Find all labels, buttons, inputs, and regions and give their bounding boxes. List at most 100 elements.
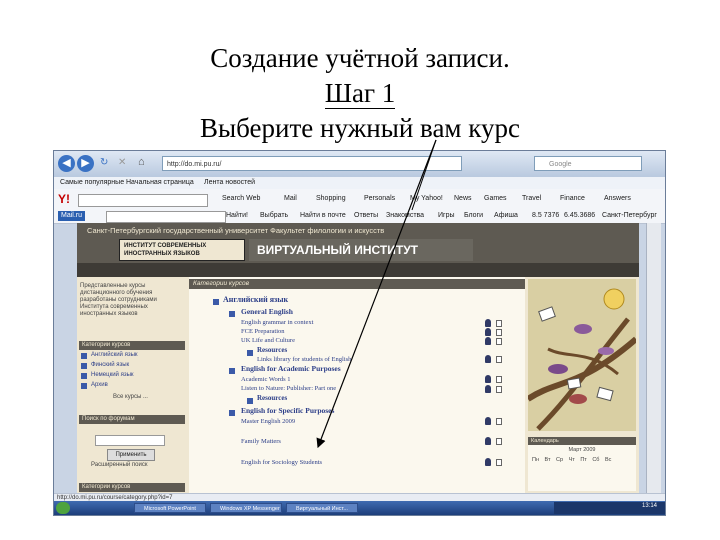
mailru-rate2: 6.45.3686: [564, 212, 596, 219]
mailru-find[interactable]: Найти!: [226, 212, 248, 219]
info-icon[interactable]: [496, 418, 502, 425]
info-icon[interactable]: [496, 320, 502, 327]
category-icon: [229, 368, 235, 374]
categories-heading: Категории курсов: [79, 341, 185, 350]
teacher-icon: [485, 417, 491, 425]
toolbar-my-yahoo[interactable]: My Yahoo!: [410, 195, 443, 202]
apply-button[interactable]: Применить: [107, 449, 155, 461]
course-grammar[interactable]: English grammar in context: [241, 319, 313, 326]
category-resources[interactable]: Resources: [257, 346, 287, 354]
calendar-heading: Календарь: [528, 437, 636, 445]
yahoo-search-input[interactable]: [78, 194, 208, 207]
course-family-matters[interactable]: Family Matters: [241, 438, 281, 445]
web-page: Санкт-Петербургский государственный унив…: [77, 223, 639, 493]
mailru-search-input[interactable]: [106, 211, 226, 223]
category-german[interactable]: Немецкий язык: [91, 372, 134, 379]
info-icon[interactable]: [496, 386, 502, 393]
calendar-weekdays: Пн Вт Ср Чт Пт Сб Вс: [532, 457, 612, 463]
info-icon[interactable]: [496, 459, 502, 466]
category-academic[interactable]: English for Academic Purposes: [241, 364, 341, 373]
toolbar-mail[interactable]: Mail: [284, 195, 297, 202]
flag-icon: [81, 373, 87, 379]
category-archive[interactable]: Архив: [91, 382, 108, 389]
home-icon[interactable]: ⌂: [138, 156, 145, 168]
teacher-icon: [485, 337, 491, 345]
courses-heading: Категории курсов: [79, 483, 185, 492]
bookmark-news[interactable]: Лента новостей: [204, 179, 255, 186]
bookmark-popular[interactable]: Самые популярные: [60, 179, 124, 186]
mailru-choose[interactable]: Выбрать: [260, 212, 288, 219]
stop-icon[interactable]: ✕: [118, 157, 126, 168]
toolbar-news[interactable]: News: [454, 195, 472, 202]
teacher-icon: [485, 375, 491, 383]
category-resources-2[interactable]: Resources: [257, 394, 287, 402]
teacher-icon: [485, 437, 491, 445]
mailru-poster[interactable]: Афиша: [494, 212, 518, 219]
toolbar-answers[interactable]: Answers: [604, 195, 631, 202]
mailru-blogs[interactable]: Блоги: [464, 212, 483, 219]
forum-search-input[interactable]: [95, 435, 165, 446]
mailru-answers[interactable]: Ответы: [354, 212, 378, 219]
course-sociology[interactable]: English for Sociology Students: [241, 459, 322, 466]
category-english[interactable]: Английский язык: [91, 352, 138, 359]
site-banner: Санкт-Петербургский государственный унив…: [77, 223, 639, 277]
category-icon: [213, 299, 219, 305]
mailru-badge[interactable]: Mail.ru: [58, 211, 86, 221]
address-bar[interactable]: http://do.mi.pu.ru/: [162, 156, 462, 171]
page-scrollbar[interactable]: [646, 223, 661, 493]
bookmark-start-page[interactable]: Начальная страница: [126, 179, 194, 186]
teacher-icon: [485, 385, 491, 393]
toolbar-finance[interactable]: Finance: [560, 195, 585, 202]
taskbar-clock: 13:14: [642, 503, 658, 509]
course-uk-life[interactable]: UK Life and Culture: [241, 337, 295, 344]
course-master-english[interactable]: Master English 2009: [241, 418, 295, 425]
info-icon[interactable]: [496, 329, 502, 336]
all-courses-link[interactable]: Все курсы ...: [113, 394, 148, 401]
course-categories-heading: Категории курсов: [189, 279, 525, 289]
birds-illustration: [526, 279, 638, 431]
university-name: Санкт-Петербургский государственный унив…: [87, 226, 385, 235]
course-fce[interactable]: FCE Preparation: [241, 328, 285, 335]
info-icon[interactable]: [496, 356, 502, 363]
info-icon[interactable]: [496, 438, 502, 445]
forward-arrow-icon[interactable]: ▶: [77, 155, 94, 172]
info-icon[interactable]: [496, 376, 502, 383]
mailru-games[interactable]: Игры: [438, 212, 455, 219]
start-button-icon[interactable]: [56, 502, 70, 514]
toolbar-personals[interactable]: Personals: [364, 195, 395, 202]
taskbar-item-messenger[interactable]: Windows XP Messenger: [210, 503, 282, 513]
toolbar-shopping[interactable]: Shopping: [316, 195, 346, 202]
teacher-icon: [485, 319, 491, 327]
taskbar-item-browser[interactable]: Виртуальный Инст...: [286, 503, 358, 513]
toolbar-search-web[interactable]: Search Web: [222, 195, 260, 202]
refresh-icon[interactable]: ↻: [100, 157, 108, 168]
back-arrow-icon[interactable]: ◀: [58, 155, 75, 172]
slide-title-line1: Создание учётной записи.: [210, 43, 510, 73]
mailru-city[interactable]: Санкт-Петербург: [602, 212, 657, 219]
slide-title-line2: Шаг 1: [324, 78, 396, 109]
taskbar-item-powerpoint[interactable]: Microsoft PowerPoint: [134, 503, 206, 513]
slide-title-line3: Выберите нужный вам курс: [200, 113, 520, 143]
course-categories-panel: Категории курсов Английский язык General…: [189, 277, 525, 493]
banner-strip: [77, 263, 639, 277]
advanced-search-link[interactable]: Расширенный поиск: [91, 462, 148, 469]
calendar-block: Календарь Март 2009 Пн Вт Ср Чт Пт Сб Вс: [528, 437, 636, 491]
category-general-english[interactable]: General English: [241, 307, 293, 316]
search-box[interactable]: Google: [534, 156, 642, 171]
category-icon: [229, 311, 235, 317]
category-english-language[interactable]: Английский язык: [223, 295, 288, 304]
course-listen-nature[interactable]: Listen to Nature: Publisher: Part one: [241, 385, 336, 392]
mailru-dating[interactable]: Знакомства: [386, 212, 424, 219]
mailru-find-mail[interactable]: Найти в почте: [300, 212, 346, 219]
flag-icon: [81, 363, 87, 369]
category-specific[interactable]: English for Specific Purposes: [241, 406, 334, 415]
mailru-rate1: 8.5 7376: [532, 212, 560, 219]
category-finnish[interactable]: Финский язык: [91, 362, 129, 369]
category-icon: [247, 398, 253, 404]
toolbar-travel[interactable]: Travel: [522, 195, 541, 202]
info-icon[interactable]: [496, 338, 502, 345]
course-links-library[interactable]: Links library for students of English: [257, 356, 351, 363]
toolbar-games[interactable]: Games: [484, 195, 507, 202]
teacher-icon: [485, 328, 491, 336]
course-academic-words[interactable]: Academic Words 1: [241, 376, 291, 383]
